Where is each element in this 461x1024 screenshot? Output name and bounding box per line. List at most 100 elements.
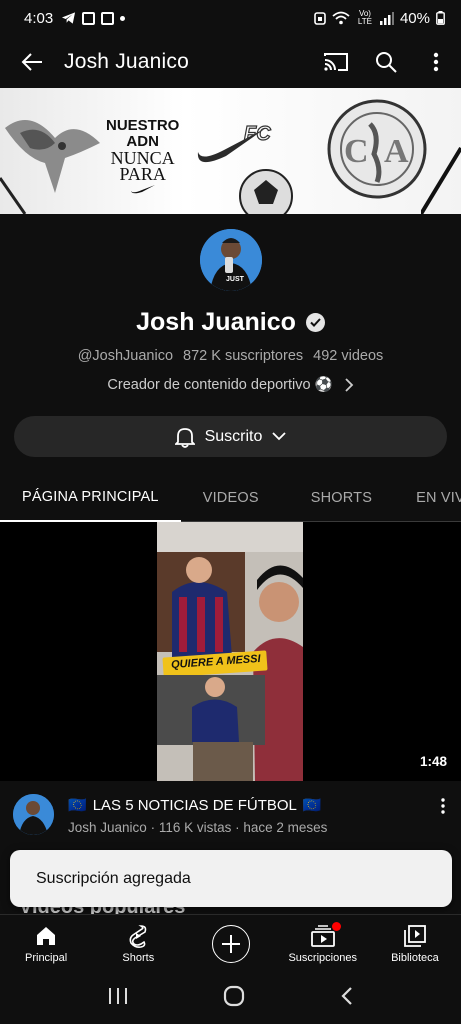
- subscribed-button[interactable]: Suscrito: [14, 416, 447, 457]
- verified-badge-icon: [305, 313, 325, 332]
- banner-line-4: PARA: [119, 164, 166, 184]
- tab-home[interactable]: PÁGINA PRINCIPAL: [0, 474, 181, 522]
- banner-diagonal-stroke: [0, 177, 27, 214]
- banner-right-stroke: [421, 146, 461, 214]
- nav-create[interactable]: [184, 915, 276, 972]
- channel-title: Josh Juanico: [64, 50, 189, 73]
- more-notifications-dot: [120, 15, 126, 21]
- video-more-button[interactable]: [431, 792, 455, 820]
- tab-shorts-label: SHORTS: [310, 490, 373, 506]
- subscribed-label: Suscrito: [204, 427, 263, 445]
- banner-slogan: NUESTRO ADN NUNCA PARA: [106, 118, 179, 198]
- subscription-toast: Suscripción agregada: [10, 850, 452, 907]
- more-vert-icon: [441, 798, 445, 814]
- nav-shorts-label: Shorts: [122, 952, 155, 964]
- flag-eu-icon: 🇪🇺: [302, 797, 322, 814]
- more-vert-icon: [433, 52, 439, 72]
- channel-description: Creador de contenido deportivo ⚽: [107, 377, 333, 393]
- tab-videos[interactable]: VIDEOS: [181, 474, 281, 522]
- cast-icon: [324, 53, 348, 71]
- network-label: Vo) LTE: [357, 9, 372, 26]
- nike-swoosh-small-icon: [130, 185, 155, 194]
- bottom-navigation: Principal Shorts Suscripciones Bibliotec…: [0, 914, 461, 972]
- recent-apps-button[interactable]: [108, 987, 128, 1010]
- svg-text:C: C: [344, 133, 369, 170]
- back-system-button[interactable]: [341, 986, 353, 1011]
- toast-message: Suscripción agregada: [36, 869, 191, 887]
- system-status: Vo) LTE 40%: [314, 10, 445, 27]
- more-options-button[interactable]: [411, 36, 461, 88]
- video-count: 492 videos: [313, 348, 384, 364]
- channel-handle: @JoshJuanico: [77, 348, 174, 364]
- tab-home-label: PÁGINA PRINCIPAL: [22, 489, 159, 505]
- video-info-row[interactable]: 🇪🇺 LAS 5 NOTICIAS DE FÚTBOL 🇪🇺 Josh Juan…: [0, 792, 461, 844]
- banner-line-1: NUESTRO: [106, 117, 180, 134]
- thumbnail-image: [157, 522, 303, 781]
- search-button[interactable]: [361, 36, 411, 88]
- chevron-right-icon: [344, 377, 353, 392]
- alarm-icon: [314, 12, 326, 25]
- svg-text:FC: FC: [244, 123, 271, 145]
- recent-apps-icon: [108, 987, 127, 1004]
- video-title-row: 🇪🇺 LAS 5 NOTICIAS DE FÚTBOL 🇪🇺: [68, 796, 322, 815]
- video-views: 116 K vistas: [158, 820, 232, 835]
- bell-icon: [174, 427, 195, 448]
- status-time: 4:03: [24, 9, 54, 27]
- nav-library-label: Biblioteca: [391, 952, 439, 964]
- battery-percent: 40%: [399, 9, 430, 27]
- flag-eu-icon: 🇪🇺: [68, 797, 87, 814]
- notification-icons: [61, 11, 126, 25]
- chevron-down-icon: [272, 432, 287, 441]
- home-icon: [37, 927, 56, 945]
- tab-live-label: EN VIVO: [416, 490, 461, 506]
- app-bar: Josh Juanico: [0, 36, 461, 88]
- search-icon: [376, 52, 397, 73]
- club-america-crest: C A: [327, 99, 427, 199]
- video-thumbnail: QUIERE A MESSI: [157, 522, 303, 781]
- video-channel-name: Josh Juanico: [68, 820, 147, 835]
- subscriber-count: 872 K suscriptores: [183, 348, 304, 364]
- signal-icon: [379, 11, 394, 25]
- channel-description-row[interactable]: Creador de contenido deportivo ⚽: [0, 376, 461, 393]
- video-age: hace 2 meses: [243, 820, 328, 835]
- soccer-ball-graphic: [239, 169, 293, 214]
- video-avatar-image: [13, 794, 54, 835]
- nav-subscriptions-label: Suscripciones: [288, 952, 357, 964]
- back-button[interactable]: [0, 36, 64, 88]
- tab-live[interactable]: EN VIVO: [394, 474, 461, 522]
- create-icon: [211, 924, 250, 963]
- notification-dot: [331, 922, 341, 931]
- tab-shorts[interactable]: SHORTS: [281, 474, 394, 522]
- app-bar-actions: [311, 36, 461, 88]
- battery-icon: [436, 11, 445, 25]
- nav-library[interactable]: Biblioteca: [369, 915, 461, 972]
- video-duration: 1:48: [419, 754, 447, 769]
- home-system-button[interactable]: [223, 985, 245, 1012]
- channel-tabs: PÁGINA PRINCIPAL VIDEOS SHORTS EN VIVO: [0, 474, 461, 522]
- channel-avatar[interactable]: JUST: [200, 229, 262, 291]
- channel-meta: @JoshJuanico 872 K suscriptores 492 vide…: [0, 348, 461, 364]
- channel-name-row: Josh Juanico: [0, 308, 461, 337]
- cast-button[interactable]: [311, 36, 361, 88]
- home-circle-icon: [224, 985, 245, 1006]
- status-bar: 4:03 Vo) LTE 40%: [0, 0, 461, 36]
- avatar-image: JUST: [200, 229, 262, 291]
- library-icon: [404, 925, 426, 947]
- shorts-icon: [129, 925, 147, 948]
- nike-fc-logo: FC: [197, 122, 272, 163]
- subscriptions-icon: [310, 925, 335, 947]
- video-meta: Josh Juanico · 116 K vistas · hace 2 mes…: [68, 820, 328, 835]
- video-channel-avatar[interactable]: [13, 794, 54, 835]
- nav-home[interactable]: Principal: [0, 915, 92, 972]
- telegram-icon: [62, 12, 76, 24]
- channel-banner: NUESTRO ADN NUNCA PARA FC C A: [0, 88, 461, 214]
- app-icon: [101, 11, 115, 25]
- nav-subscriptions[interactable]: Suscripciones: [277, 915, 369, 972]
- featured-video-player[interactable]: QUIERE A MESSI 1:48: [0, 522, 461, 781]
- channel-name: Josh Juanico: [136, 308, 296, 336]
- video-title: LAS 5 NOTICIAS DE FÚTBOL: [92, 796, 297, 814]
- svg-text:A: A: [384, 133, 409, 170]
- wifi-icon: [332, 11, 350, 25]
- system-navigation: [0, 972, 461, 1024]
- nav-shorts[interactable]: Shorts: [92, 915, 184, 972]
